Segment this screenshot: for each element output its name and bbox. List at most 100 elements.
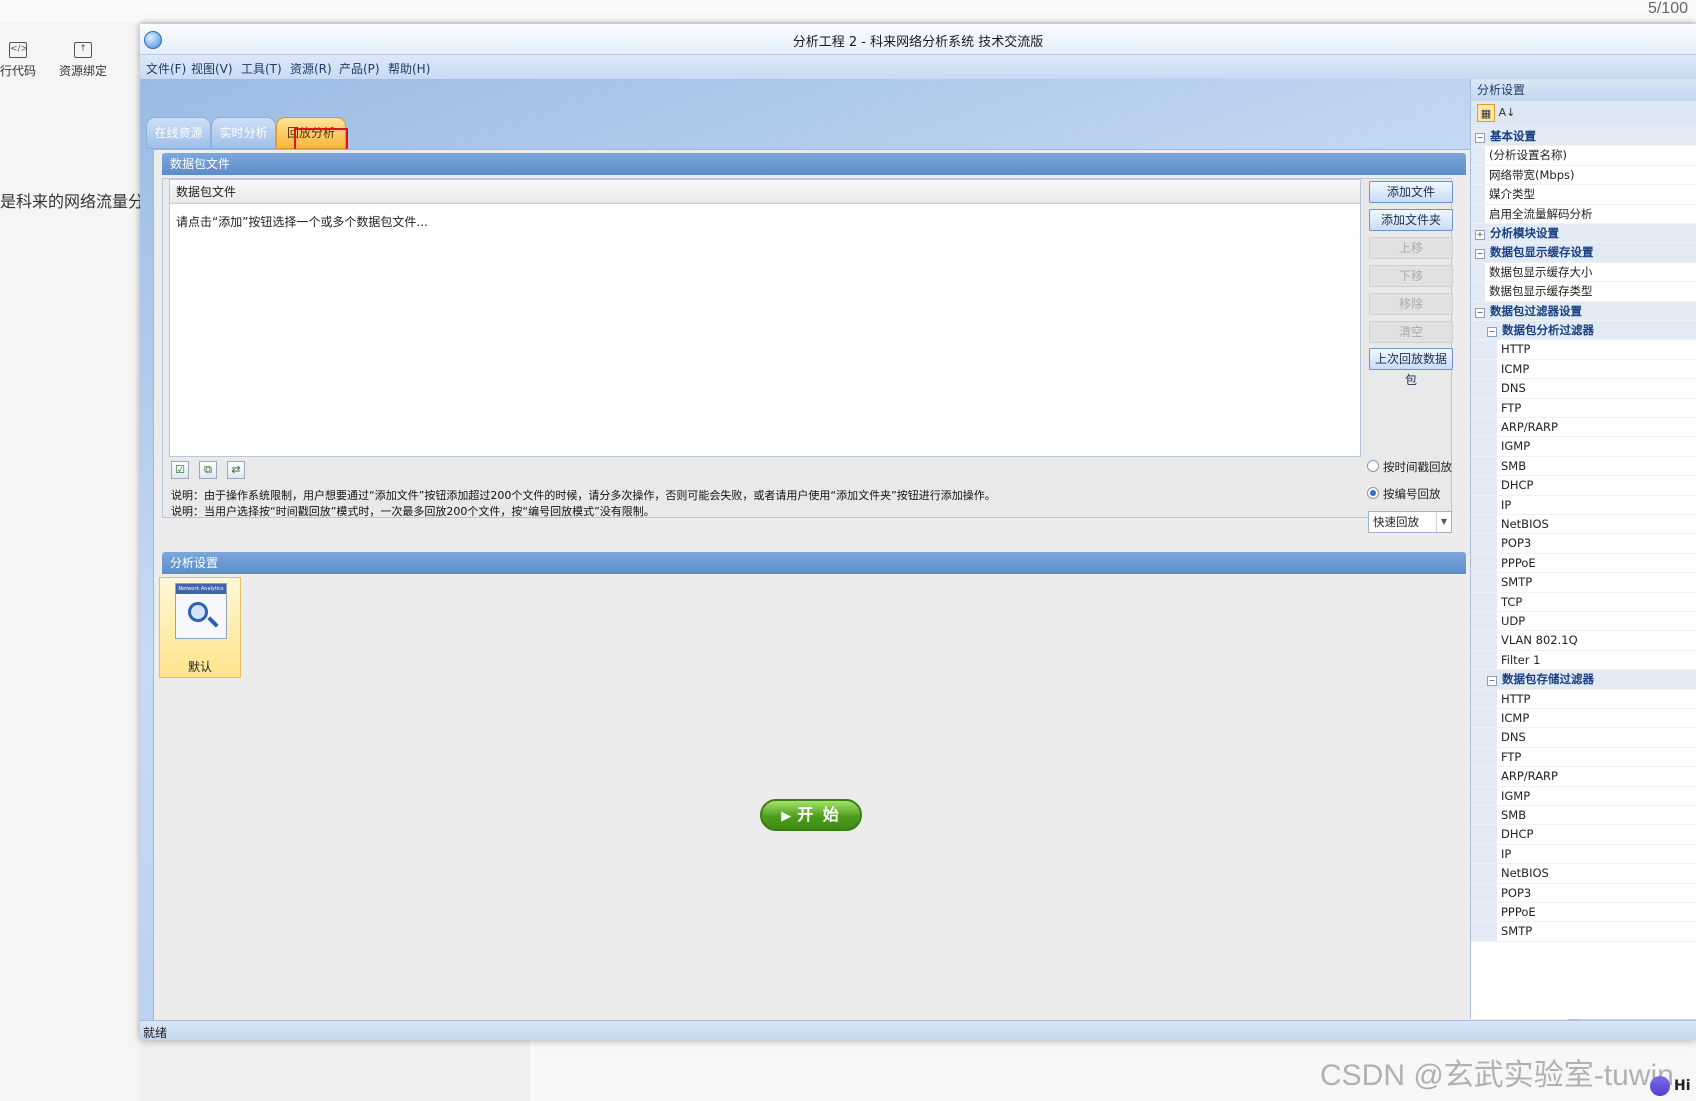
property-row[interactable]: 数据包显示缓存大小 [1471, 262, 1696, 283]
start-label: 开 始 [797, 805, 841, 824]
property-row[interactable]: IP [1471, 495, 1696, 515]
add-folder-button[interactable]: 添加文件夹 [1369, 209, 1453, 231]
copy-icon[interactable]: ⧉ [199, 461, 217, 479]
alphabetical-sort-icon[interactable]: A↓ [1498, 104, 1516, 122]
property-row[interactable]: DNS [1471, 728, 1696, 748]
property-row[interactable]: DHCP [1471, 825, 1696, 845]
property-row[interactable]: POP3 [1471, 883, 1696, 903]
row-margin [1471, 592, 1497, 611]
property-category[interactable]: − 数据包过滤器设置 [1471, 301, 1696, 321]
property-row[interactable]: ICMP [1471, 709, 1696, 729]
move-up-button[interactable]: 上移 [1369, 237, 1453, 259]
property-row[interactable]: 媒介类型 [1471, 185, 1696, 205]
property-row[interactable]: IP [1471, 844, 1696, 865]
property-row[interactable]: PPPoE [1471, 553, 1696, 574]
menu-tools[interactable]: 工具(T) [241, 60, 282, 77]
property-row[interactable]: ARP/RARP [1471, 767, 1696, 787]
collapse-icon[interactable]: − [1475, 249, 1485, 260]
property-grid[interactable]: − 基本设置 (分析设置名称) 网络带宽(Mbps) 媒介类型 启用全流量解码分析 + 分析模… [1471, 127, 1696, 1019]
row-margin [1471, 398, 1497, 417]
radio-number[interactable] [1367, 487, 1379, 499]
property-row[interactable]: VLAN 802.1Q [1471, 631, 1696, 651]
menu-view[interactable]: 视图(V) [191, 60, 233, 77]
property-row[interactable]: DNS [1471, 379, 1696, 399]
property-row[interactable]: ICMP [1471, 359, 1696, 380]
clear-button[interactable]: 清空 [1369, 321, 1453, 343]
collapse-icon[interactable]: − [1475, 133, 1485, 143]
row-margin [1471, 185, 1485, 204]
property-label: ARP/RARP [1501, 769, 1558, 784]
radio-timestamp-replay[interactable]: 按时间戳回放 [1367, 459, 1452, 475]
property-row[interactable]: NetBIOS [1471, 864, 1696, 884]
property-row[interactable]: SMB [1471, 806, 1696, 826]
property-row[interactable]: 网络带宽(Mbps) [1471, 165, 1696, 186]
property-label: POP3 [1501, 885, 1532, 900]
property-label: SMTP [1501, 924, 1533, 939]
last-replay-button[interactable]: 上次回放数据包 [1369, 348, 1453, 387]
radio-number-replay[interactable]: 按编号回放 [1367, 486, 1441, 502]
menu-help[interactable]: 帮助(H) [388, 60, 430, 77]
collapse-icon[interactable]: − [1487, 676, 1497, 687]
property-row[interactable]: SMTP [1471, 922, 1696, 942]
workspace: 在线资源 实时分析 回放分析 数据包文件 数据包文件 请点击“添加”按钮选择一个… [140, 79, 1580, 1021]
property-row[interactable]: UDP [1471, 612, 1696, 632]
property-row[interactable]: SMTP [1471, 573, 1696, 593]
categorized-view-icon[interactable]: ▦ [1477, 104, 1495, 122]
property-row[interactable]: DHCP [1471, 476, 1696, 496]
property-label: VLAN 802.1Q [1501, 633, 1578, 648]
property-row[interactable]: (分析设置名称) [1471, 146, 1696, 166]
expand-icon[interactable]: + [1475, 230, 1485, 240]
title-bar[interactable]: 分析工程 2 - 科来网络分析系统 技术交流版 [140, 24, 1696, 55]
replay-speed-select[interactable]: 快速回放 ▼ [1368, 511, 1452, 533]
menu-resources[interactable]: 资源(R) [290, 60, 332, 77]
status-bar: 就绪 [140, 1020, 1696, 1040]
property-category[interactable]: + 分析模块设置 [1471, 224, 1696, 244]
start-button[interactable]: ▶ 开 始 [760, 799, 862, 831]
collapse-icon[interactable]: − [1475, 307, 1485, 318]
invert-select-icon[interactable]: ⇄ [227, 461, 245, 479]
property-row[interactable]: TCP [1471, 592, 1696, 612]
property-row[interactable]: NetBIOS [1471, 515, 1696, 535]
property-row[interactable]: Filter 1 [1471, 650, 1696, 671]
row-margin [1471, 883, 1497, 902]
radio-timestamp[interactable] [1367, 460, 1379, 472]
file-list[interactable]: 数据包文件 请点击“添加”按钮选择一个或多个数据包文件... [169, 179, 1361, 457]
property-row[interactable]: SMB [1471, 456, 1696, 477]
watermark: CSDN @玄武实验室-tuwin [1320, 1059, 1674, 1092]
property-label: DNS [1501, 381, 1526, 396]
property-row[interactable]: IGMP [1471, 437, 1696, 457]
property-row[interactable]: FTP [1471, 398, 1696, 418]
property-label: ARP/RARP [1501, 420, 1558, 434]
menu-product[interactable]: 产品(P) [339, 60, 380, 77]
tab-realtime-analysis[interactable]: 实时分析 [211, 117, 276, 149]
property-row[interactable]: PPPoE [1471, 903, 1696, 923]
analysis-section-header: 分析设置 [162, 552, 1466, 574]
play-icon: ▶ [781, 809, 794, 824]
remove-button[interactable]: 移除 [1369, 293, 1453, 315]
add-file-button[interactable]: 添加文件 [1369, 181, 1453, 203]
assistant-badge-icon[interactable] [1650, 1076, 1670, 1096]
move-down-button[interactable]: 下移 [1369, 265, 1453, 287]
property-row[interactable]: 数据包显示缓存类型 [1471, 282, 1696, 302]
property-category[interactable]: − 数据包显示缓存设置 [1471, 243, 1696, 263]
property-row[interactable]: IGMP [1471, 786, 1696, 806]
property-row[interactable]: HTTP [1471, 340, 1696, 360]
assistant-hi-text: Hi [1674, 1078, 1691, 1094]
property-label: HTTP [1501, 691, 1531, 706]
property-category[interactable]: − 数据包分析过滤器 [1471, 321, 1696, 341]
tab-online-resources[interactable]: 在线资源 [146, 117, 211, 149]
analysis-settings-tile[interactable]: Network Analytics 默认 [159, 577, 241, 678]
collapse-icon[interactable]: − [1487, 327, 1497, 337]
host-tool-bind[interactable]: ↑ 资源绑定 [58, 42, 108, 79]
property-category[interactable]: − 基本设置 [1471, 127, 1696, 147]
menu-file[interactable]: 文件(F) [146, 60, 186, 77]
property-row[interactable]: FTP [1471, 747, 1696, 768]
select-all-icon[interactable]: ☑ [171, 461, 189, 479]
property-row[interactable]: HTTP [1471, 689, 1696, 709]
property-row[interactable]: 启用全流量解码分析 [1471, 204, 1696, 224]
property-row[interactable]: POP3 [1471, 534, 1696, 554]
host-tool-code[interactable]: </> 行代码 [0, 42, 36, 79]
property-category[interactable]: − 数据包存储过滤器 [1471, 670, 1696, 690]
row-margin [1471, 767, 1497, 786]
property-row[interactable]: ARP/RARP [1471, 418, 1696, 438]
